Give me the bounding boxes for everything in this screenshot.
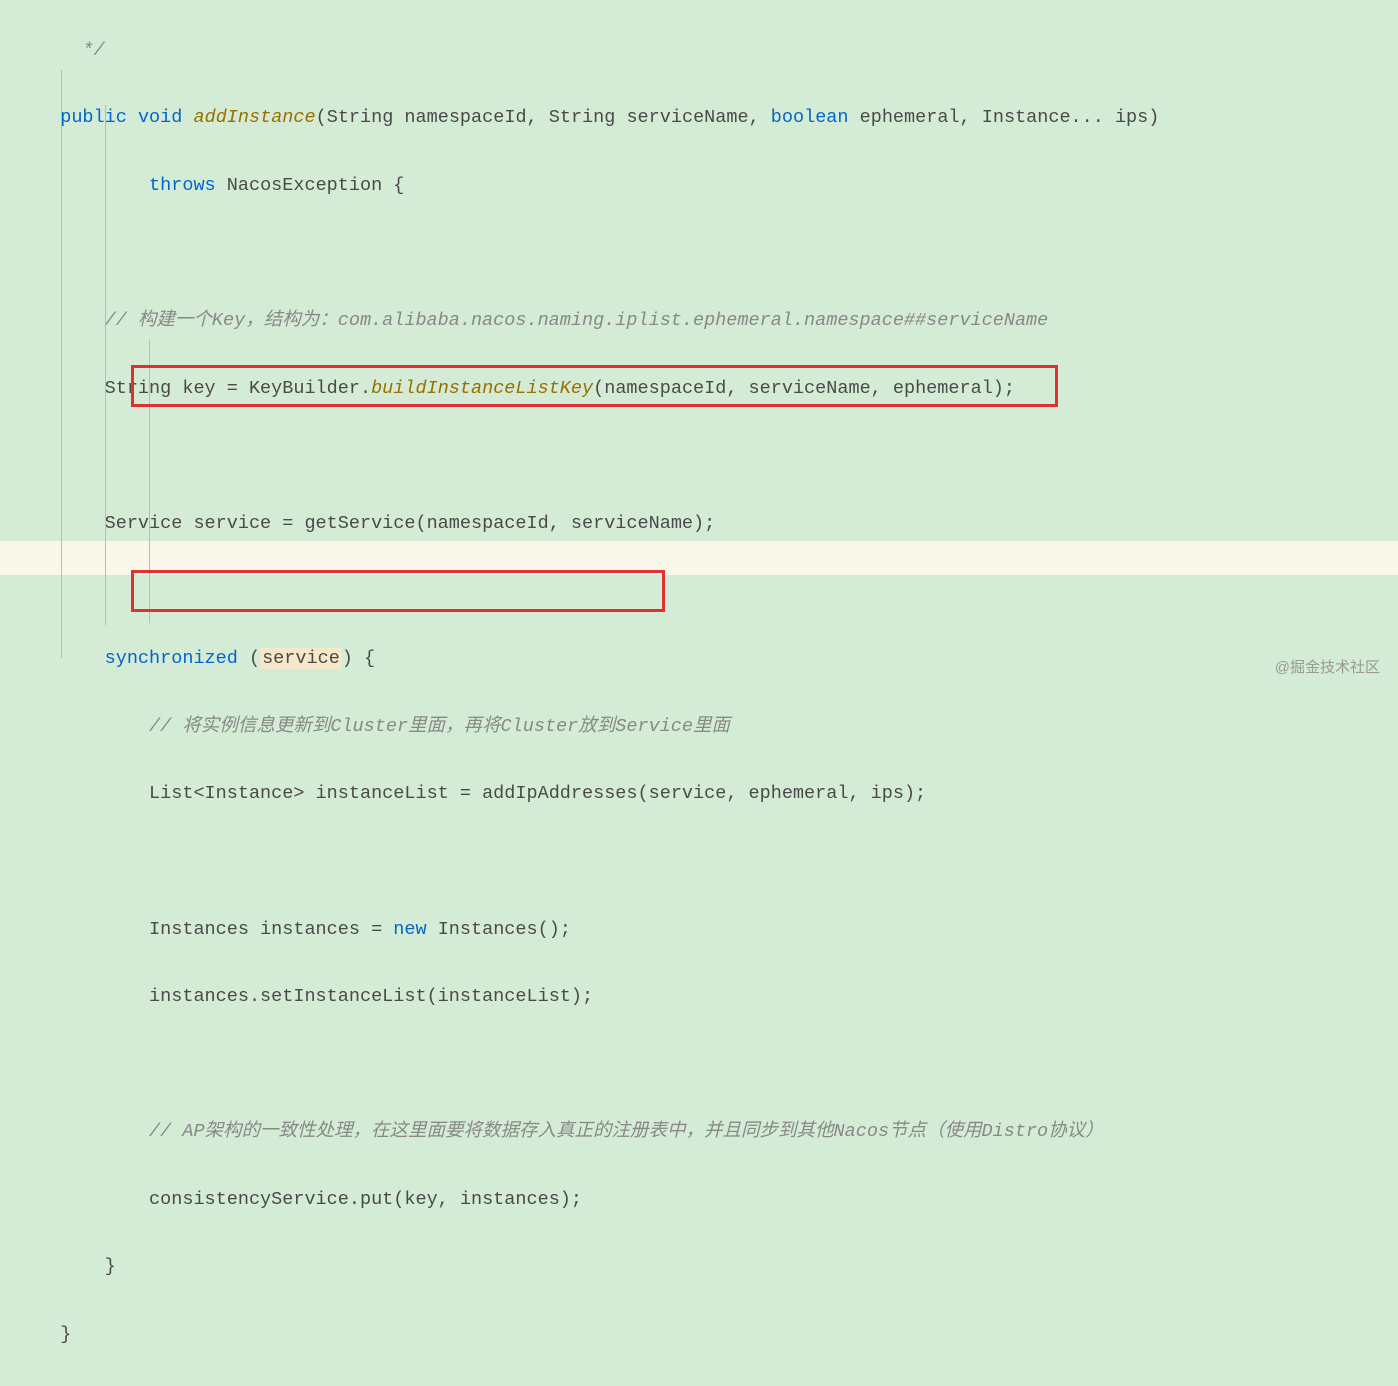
highlight-box-1 [131, 365, 1058, 407]
code-line: // AP架构的一致性处理，在这里面要将数据存入真正的注册表中，并且同步到其他N… [38, 1115, 1398, 1149]
keyword-void: void [138, 107, 182, 128]
code-text: instances.setInstanceList(instanceList); [149, 986, 593, 1007]
code-line: // 将实例信息更新到Cluster里面，再将Cluster放到Service里… [38, 710, 1398, 744]
code-line [38, 845, 1398, 879]
throws-text: NacosException { [216, 175, 405, 196]
code-line: throws NacosException { [38, 169, 1398, 203]
code-line: consistencyService.put(key, instances); [38, 1183, 1398, 1217]
code-line [38, 439, 1398, 473]
code-line: Instances instances = new Instances(); [38, 913, 1398, 947]
code-text: List<Instance> instanceList = addIpAddre… [149, 783, 926, 804]
keyword-boolean: boolean [771, 107, 849, 128]
code-text: consistencyService.put(key, instances); [149, 1189, 582, 1210]
keyword-public: public [60, 107, 127, 128]
indent-guide [61, 70, 62, 658]
keyword-synchronized: synchronized [105, 648, 238, 669]
code-line: } [38, 1318, 1398, 1352]
params: (String namespaceId, String serviceName, [316, 107, 771, 128]
highlight-box-2 [131, 570, 665, 612]
comment: // 构建一个Key，结构为：com.alibaba.nacos.naming.… [105, 310, 1049, 331]
code-line: instances.setInstanceList(instanceList); [38, 980, 1398, 1014]
watermark: @掘金技术社区 [1275, 651, 1380, 685]
code-line [38, 1048, 1398, 1082]
code-line [38, 237, 1398, 271]
code-text: Instances(); [427, 919, 571, 940]
comment-close: */ [71, 40, 104, 61]
paren: ) { [342, 648, 375, 669]
code-text: Instances instances = [149, 919, 393, 940]
code-line: List<Instance> instanceList = addIpAddre… [38, 777, 1398, 811]
code-line: // 构建一个Key，结构为：com.alibaba.nacos.naming.… [38, 304, 1398, 338]
keyword-new: new [393, 919, 426, 940]
code-line: synchronized (service) { [38, 642, 1398, 676]
paren: ( [238, 648, 260, 669]
comment: // 将实例信息更新到Cluster里面，再将Cluster放到Service里… [149, 716, 730, 737]
code-line: Service service = getService(namespaceId… [38, 507, 1398, 541]
code-line: public void addInstance(String namespace… [38, 101, 1398, 135]
brace-close: } [60, 1324, 71, 1345]
method-name: addInstance [193, 107, 315, 128]
params-rest: ephemeral, Instance... ips) [849, 107, 1160, 128]
indent-guide [105, 105, 106, 625]
code-block: */ public void addInstance(String namesp… [0, 0, 1398, 1386]
keyword-throws: throws [149, 175, 216, 196]
brace-close: } [105, 1256, 116, 1277]
code-line: */ [38, 34, 1398, 68]
code-line: } [38, 1250, 1398, 1284]
highlighted-var: service [260, 648, 342, 669]
code-text: Service service = getService(namespaceId… [105, 513, 716, 534]
comment: // AP架构的一致性处理，在这里面要将数据存入真正的注册表中，并且同步到其他N… [149, 1121, 1104, 1142]
